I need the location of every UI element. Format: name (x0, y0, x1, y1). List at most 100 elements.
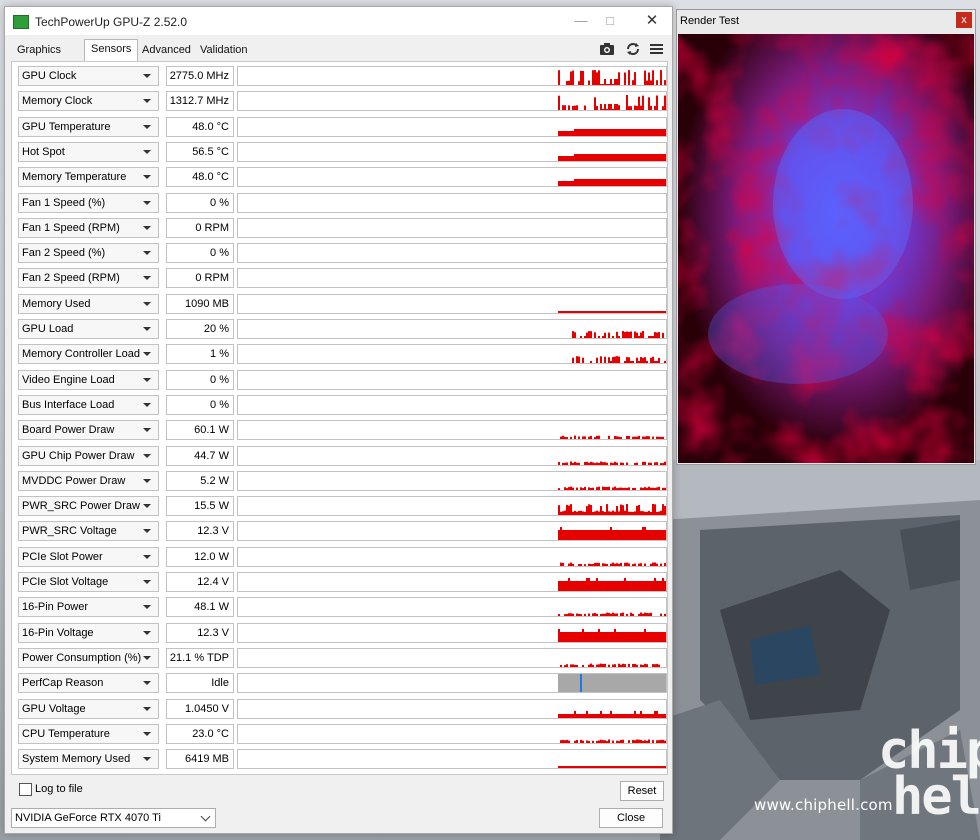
sensor-value: 1312.7 MHz (166, 91, 234, 112)
sensor-name-dropdown[interactable]: Memory Controller Load (18, 344, 159, 365)
watermark-logo: chiphell (878, 721, 980, 827)
gpu-select-dropdown[interactable]: NVIDIA GeForce RTX 4070 Ti (11, 808, 216, 828)
sensor-name-dropdown[interactable]: Fan 2 Speed (%) (18, 243, 159, 264)
sensor-name-dropdown[interactable]: Memory Temperature (18, 167, 159, 188)
sensor-value: 0 % (166, 369, 234, 390)
dropdown-arrow-icon (143, 428, 151, 433)
sensor-history-plot (558, 578, 666, 591)
dropdown-arrow-icon (143, 630, 151, 635)
sensor-name-dropdown[interactable]: GPU Temperature (18, 116, 159, 137)
dropdown-arrow-icon (143, 453, 151, 458)
reset-button[interactable]: Reset (620, 781, 664, 801)
sensor-name-dropdown[interactable]: MVDDC Power Draw (18, 470, 159, 491)
sensor-name-label: PCIe Slot Voltage (22, 576, 109, 588)
sensor-name-dropdown[interactable]: System Memory Used (18, 749, 159, 770)
sensor-row: PCIe Slot Voltage 12.4 V (18, 572, 667, 592)
tab-graphics-card[interactable]: Graphics Card (11, 41, 67, 74)
sensor-graph (237, 572, 667, 592)
tab-advanced[interactable]: Advanced (136, 41, 197, 59)
sensor-graph (237, 167, 667, 188)
sensor-name-dropdown[interactable]: Bus Interface Load (18, 394, 159, 415)
sensor-graph (237, 546, 667, 567)
sensor-name-dropdown[interactable]: PCIe Slot Voltage (18, 572, 159, 592)
sensor-name-dropdown[interactable]: Hot Spot (18, 141, 159, 162)
sensor-name-dropdown[interactable]: PWR_SRC Voltage (18, 521, 159, 542)
sensor-history-plot (558, 710, 666, 718)
sensor-value: 0 % (166, 243, 234, 264)
sensor-name-label: CPU Temperature (22, 727, 110, 740)
sensor-name-dropdown[interactable]: CPU Temperature (18, 723, 159, 744)
sensor-value: 12.3 V (166, 622, 234, 643)
sensor-name-dropdown[interactable]: Power Consumption (%) (18, 647, 159, 668)
sensor-name-label: Fan 2 Speed (%) (22, 247, 106, 260)
sensor-name-dropdown[interactable]: PerfCap Reason (18, 673, 159, 694)
sensor-name-dropdown[interactable]: PWR_SRC Power Draw (18, 496, 159, 517)
sensor-name-label: GPU Clock (22, 70, 77, 82)
sensor-name-dropdown[interactable]: Video Engine Load (18, 369, 159, 390)
sensor-row: GPU Load 20 % (18, 319, 667, 339)
sensor-name-dropdown[interactable]: GPU Voltage (18, 698, 159, 719)
sensor-row: Memory Temperature 48.0 °C (18, 167, 667, 188)
sensor-name-label: PWR_SRC Voltage (22, 525, 117, 538)
title-bar[interactable]: TechPowerUp GPU-Z 2.52.0 — □ ✕ (5, 7, 672, 35)
sensor-graph (237, 673, 667, 694)
sensor-name-dropdown[interactable]: GPU Chip Power Draw (18, 445, 159, 466)
sensor-history-plot (558, 486, 666, 490)
sensor-value: 48.0 °C (166, 167, 234, 188)
dropdown-arrow-icon (143, 681, 151, 686)
sensor-value: 12.4 V (166, 572, 234, 592)
sensor-graph (237, 647, 667, 668)
gpu-select-value: NVIDIA GeForce RTX 4070 Ti (15, 812, 161, 824)
sensor-row: Fan 1 Speed (RPM) 0 RPM (18, 217, 667, 238)
sensor-history-plot (558, 612, 666, 617)
tab-validation[interactable]: Validation (194, 41, 254, 59)
dropdown-arrow-icon (143, 149, 151, 154)
window-close-button[interactable]: ✕ (637, 11, 667, 31)
sensor-name-dropdown[interactable]: Memory Clock (18, 91, 159, 112)
sensor-row: GPU Voltage 1.0450 V (18, 698, 667, 719)
sensor-value: 2775.0 MHz (166, 66, 234, 86)
sensor-name-dropdown[interactable]: 16-Pin Power (18, 597, 159, 618)
sensor-row: Board Power Draw 60.1 W (18, 420, 667, 441)
sensor-name-dropdown[interactable]: Memory Used (18, 293, 159, 314)
sensor-name-label: Fan 2 Speed (RPM) (22, 272, 120, 285)
sensor-graph (237, 470, 667, 491)
sensor-row: MVDDC Power Draw 5.2 W (18, 470, 667, 491)
refresh-icon[interactable] (625, 41, 641, 57)
close-button[interactable]: Close (599, 808, 663, 828)
sensor-value: 21.1 % TDP (166, 647, 234, 668)
sensor-name-dropdown[interactable]: Fan 1 Speed (RPM) (18, 217, 159, 238)
sensor-name-dropdown[interactable]: Fan 2 Speed (RPM) (18, 268, 159, 289)
sensor-name-dropdown[interactable]: 16-Pin Voltage (18, 622, 159, 643)
sensor-graph (237, 319, 667, 339)
sensor-row: Memory Clock 1312.7 MHz (18, 91, 667, 112)
render-test-canvas (678, 34, 974, 463)
sensor-graph (237, 344, 667, 365)
sensor-name-label: MVDDC Power Draw (22, 474, 126, 487)
dropdown-arrow-icon (143, 276, 151, 281)
sensor-name-dropdown[interactable]: PCIe Slot Power (18, 546, 159, 567)
log-to-file-checkbox[interactable] (19, 783, 32, 796)
tab-sensors[interactable]: Sensors (84, 39, 139, 61)
sensor-row: Power Consumption (%) 21.1 % TDP (18, 647, 667, 668)
sensor-graph (237, 496, 667, 517)
sensor-name-dropdown[interactable]: GPU Load (18, 319, 159, 339)
sensor-history-plot (558, 461, 666, 465)
sensor-name-label: Bus Interface Load (22, 398, 115, 411)
sensor-name-dropdown[interactable]: Board Power Draw (18, 420, 159, 441)
sensor-name-dropdown[interactable]: Fan 1 Speed (%) (18, 192, 159, 213)
maximize-button[interactable]: □ (595, 11, 625, 31)
sensor-name-label: Video Engine Load (22, 373, 115, 386)
camera-icon[interactable] (599, 41, 615, 57)
sensor-row: Memory Used 1090 MB (18, 293, 667, 314)
sensor-history-plot (558, 128, 666, 136)
menu-icon[interactable] (649, 41, 665, 57)
dropdown-arrow-icon (143, 504, 151, 509)
sensor-row: PWR_SRC Power Draw 15.5 W (18, 496, 667, 517)
sensor-history-plot (558, 70, 666, 85)
sensor-name-dropdown[interactable]: GPU Clock (18, 66, 159, 86)
sensor-graph (237, 420, 667, 441)
render-test-close-button[interactable]: x (956, 12, 972, 28)
dropdown-arrow-icon (143, 529, 151, 534)
minimize-button[interactable]: — (566, 11, 596, 31)
